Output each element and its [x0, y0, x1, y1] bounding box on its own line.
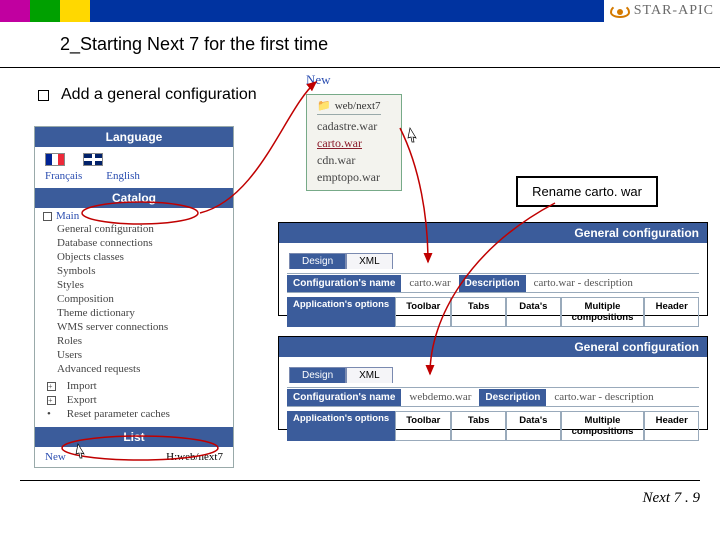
- war-dropdown[interactable]: 📁 web/next7 cadastre.war carto.war cdn.wa…: [306, 94, 402, 191]
- new-link[interactable]: New: [306, 72, 402, 88]
- app-options-label: Application's options: [287, 297, 395, 327]
- tab-xml[interactable]: XML: [346, 367, 393, 383]
- catalog-item[interactable]: Composition: [57, 292, 227, 306]
- tab-xml[interactable]: XML: [346, 253, 393, 269]
- opt-header[interactable]: Header: [644, 297, 699, 327]
- eye-icon: [610, 4, 630, 18]
- catalog-item[interactable]: Advanced requests: [57, 362, 227, 376]
- catalog-item[interactable]: Users: [57, 348, 227, 362]
- opt-multiple[interactable]: Multiple compositions: [561, 411, 645, 441]
- rename-callout: Rename carto. war: [516, 176, 658, 207]
- lang-french-link[interactable]: Français: [45, 170, 82, 182]
- flag-en-icon[interactable]: [83, 153, 103, 166]
- config-tabs: Design XML: [279, 243, 707, 273]
- page-footer: Next 7 . 9: [643, 490, 701, 507]
- general-config-panel-after: General configuration Design XML Configu…: [278, 336, 708, 430]
- lang-english-link[interactable]: English: [106, 170, 140, 182]
- brand-stripe: STAR-APIC: [0, 0, 720, 22]
- plus-icon: +: [47, 382, 56, 391]
- opt-tabs[interactable]: Tabs: [451, 411, 506, 441]
- config-desc-value[interactable]: carto.war - description: [526, 274, 641, 292]
- tab-design[interactable]: Design: [289, 253, 346, 269]
- slide-title: 2_Starting Next 7 for the first time: [0, 22, 720, 65]
- square-bullet-icon: [38, 90, 49, 101]
- folder-icon: 📁: [317, 99, 331, 112]
- war-path: web/next7: [335, 100, 381, 112]
- catalog-item[interactable]: Objects classes: [57, 250, 227, 264]
- panel-header: General configuration: [279, 337, 707, 357]
- opt-toolbar[interactable]: Toolbar: [395, 411, 451, 441]
- new-war-menu: New 📁 web/next7 cadastre.war carto.war cd…: [306, 72, 402, 191]
- catalog-export[interactable]: + Export: [47, 393, 227, 407]
- flag-fr-icon[interactable]: [45, 153, 65, 166]
- catalog-sidebar: Language Français English Catalog Main G…: [34, 126, 234, 468]
- catalog-import[interactable]: + Import: [47, 379, 227, 393]
- catalog-item[interactable]: Database connections: [57, 236, 227, 250]
- catalog-item[interactable]: Styles: [57, 278, 227, 292]
- bullet-item: Add a general configuration: [38, 86, 257, 104]
- brand-name: STAR-APIC: [634, 3, 714, 19]
- war-item[interactable]: cadastre.war: [317, 118, 381, 135]
- catalog-item[interactable]: WMS server connections: [57, 320, 227, 334]
- catalog-panel-header: Catalog: [35, 188, 233, 208]
- catalog-item[interactable]: Roles: [57, 334, 227, 348]
- config-desc-value[interactable]: carto.war - description: [546, 388, 661, 406]
- footer-rule: [20, 480, 700, 481]
- config-name-label: Configuration's name: [287, 275, 401, 292]
- catalog-item[interactable]: Symbols: [57, 264, 227, 278]
- catalog-main[interactable]: Main: [43, 210, 227, 222]
- config-name-label: Configuration's name: [287, 389, 401, 406]
- war-item-selected[interactable]: carto.war: [317, 135, 381, 152]
- list-panel-header: List: [35, 427, 233, 447]
- opt-datas[interactable]: Data's: [506, 411, 561, 441]
- catalog-reset-cache[interactable]: • Reset parameter caches: [47, 407, 227, 421]
- panel-header: General configuration: [279, 223, 707, 243]
- catalog-item[interactable]: Theme dictionary: [57, 306, 227, 320]
- opt-datas[interactable]: Data's: [506, 297, 561, 327]
- general-config-panel-before: General configuration Design XML Configu…: [278, 222, 708, 316]
- opt-tabs[interactable]: Tabs: [451, 297, 506, 327]
- bullet-text: Add a general configuration: [61, 86, 257, 104]
- tab-design[interactable]: Design: [289, 367, 346, 383]
- opt-multiple[interactable]: Multiple compositions: [561, 297, 645, 327]
- config-desc-label: Description: [479, 389, 546, 406]
- checkbox-icon[interactable]: [43, 212, 52, 221]
- plus-icon: +: [47, 396, 56, 405]
- config-name-value[interactable]: carto.war: [401, 274, 458, 292]
- war-item[interactable]: emptopo.war: [317, 169, 381, 186]
- config-name-value[interactable]: webdemo.war: [401, 388, 479, 406]
- war-item[interactable]: cdn.war: [317, 152, 381, 169]
- list-row: New H:web/next7: [35, 447, 233, 467]
- app-options-label: Application's options: [287, 411, 395, 441]
- catalog-tree: General configuration Database connectio…: [43, 222, 227, 376]
- list-new-link[interactable]: New: [45, 451, 66, 463]
- catalog-item[interactable]: General configuration: [57, 222, 227, 236]
- config-desc-label: Description: [459, 275, 526, 292]
- opt-toolbar[interactable]: Toolbar: [395, 297, 451, 327]
- list-path: H:web/next7: [166, 451, 223, 463]
- brand-logo: STAR-APIC: [604, 0, 720, 22]
- opt-header[interactable]: Header: [644, 411, 699, 441]
- language-panel-header: Language: [35, 127, 233, 147]
- config-tabs: Design XML: [279, 357, 707, 387]
